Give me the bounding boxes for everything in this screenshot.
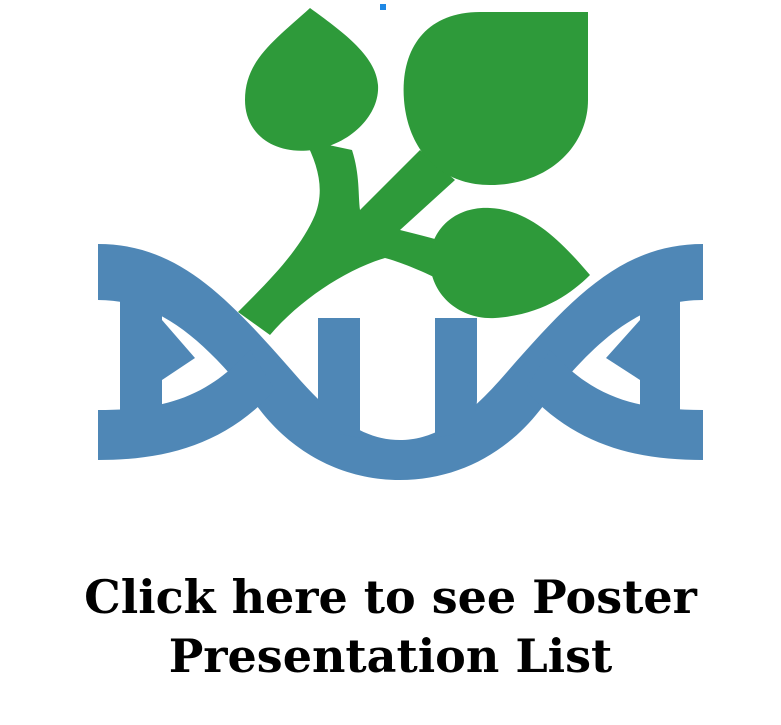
plant-dna-logo-icon — [98, 4, 703, 480]
marker-dot — [380, 4, 386, 10]
dna-helix-icon — [98, 244, 703, 480]
poster-list-link[interactable]: Click here to see Poster Presentation Li… — [0, 568, 781, 686]
logo-container — [0, 0, 781, 500]
cta-line-2: Presentation List — [168, 629, 613, 683]
cta-line-1: Click here to see Poster — [84, 570, 697, 624]
leaf-icon — [238, 8, 590, 335]
